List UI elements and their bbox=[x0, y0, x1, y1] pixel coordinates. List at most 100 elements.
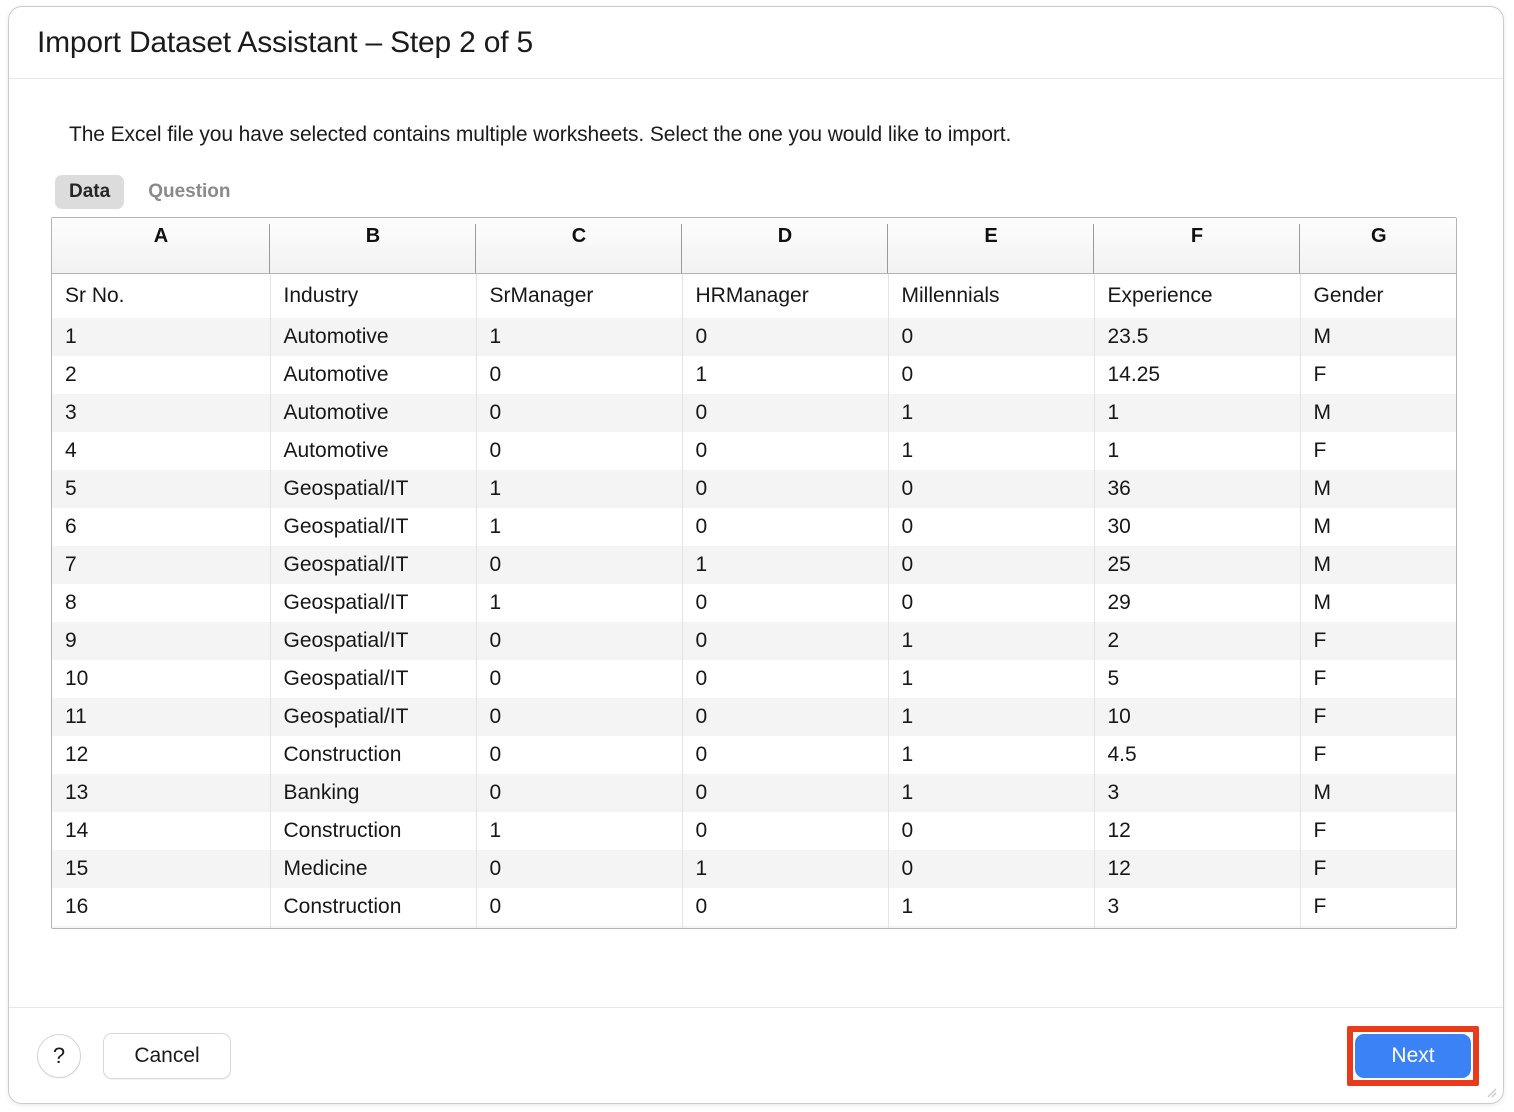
table-cell-2: 1 bbox=[476, 925, 683, 928]
table-cell-1: Automotive bbox=[270, 355, 477, 394]
table-cell-0: 13 bbox=[52, 773, 271, 812]
tab-question[interactable]: Question bbox=[134, 175, 244, 209]
help-icon[interactable]: ? bbox=[37, 1033, 81, 1078]
table-cell-4: 0 bbox=[888, 925, 1095, 928]
table-cell-3: 0 bbox=[682, 317, 889, 356]
table-row[interactable]: 16 Construction 0 0 1 3 F bbox=[52, 887, 1456, 926]
table-cell-5: 5 bbox=[1094, 659, 1301, 698]
table-cell-2: 1 bbox=[476, 507, 683, 546]
sheet-body: Sr No. Industry SrManager HRManager Millenni… bbox=[52, 273, 1456, 928]
table-cell-3: 1 bbox=[682, 355, 889, 394]
field-header-cell-0: Sr No. bbox=[52, 273, 271, 318]
table-row[interactable]: 6 Geospatial/IT 1 0 0 30 M bbox=[52, 507, 1456, 546]
table-cell-1: Construction bbox=[270, 735, 477, 774]
table-row[interactable]: 11 Geospatial/IT 0 0 1 10 F bbox=[52, 697, 1456, 736]
table-cell-4: 0 bbox=[888, 507, 1095, 546]
table-cell-2: 1 bbox=[476, 583, 683, 622]
table-cell-6: F bbox=[1300, 431, 1456, 470]
table-row[interactable]: 8 Geospatial/IT 1 0 0 29 M bbox=[52, 583, 1456, 622]
table-row[interactable]: 1 Automotive 1 0 0 23.5 M bbox=[52, 317, 1456, 356]
resize-grip-icon[interactable] bbox=[1483, 1084, 1497, 1098]
table-row[interactable]: 17Construction10012M bbox=[52, 925, 1456, 928]
table-cell-5: 2 bbox=[1094, 621, 1301, 660]
table-cell-5: 36 bbox=[1094, 469, 1301, 508]
tab-data[interactable]: Data bbox=[55, 175, 125, 209]
table-row[interactable]: 13 Banking 0 0 1 3 M bbox=[52, 773, 1456, 812]
column-header-f[interactable]: F bbox=[1093, 218, 1300, 274]
table-cell-5: 10 bbox=[1094, 697, 1301, 736]
table-cell-3: 0 bbox=[682, 621, 889, 660]
table-cell-5: 3 bbox=[1094, 773, 1301, 812]
sheet-table: A B C D E F G Sr No. Industry SrManager HRM… bbox=[52, 218, 1456, 928]
table-row[interactable]: 9 Geospatial/IT 0 0 1 2 F bbox=[52, 621, 1456, 660]
table-cell-1: Automotive bbox=[270, 393, 477, 432]
field-header-cell-1: Industry bbox=[270, 273, 477, 318]
sheet-column-letters: A B C D E F G bbox=[52, 218, 1456, 274]
table-cell-3: 0 bbox=[682, 431, 889, 470]
table-cell-1: Automotive bbox=[270, 317, 477, 356]
table-cell-1: Geospatial/IT bbox=[270, 659, 477, 698]
table-cell-2: 0 bbox=[476, 659, 683, 698]
column-header-e[interactable]: E bbox=[887, 218, 1094, 274]
table-cell-6: F bbox=[1300, 697, 1456, 736]
table-cell-3: 0 bbox=[682, 887, 889, 926]
table-row[interactable]: 12 Construction 0 0 1 4.5 F bbox=[52, 735, 1456, 774]
table-cell-0: 15 bbox=[52, 849, 271, 888]
table-cell-3: 0 bbox=[682, 393, 889, 432]
table-row[interactable]: 15 Medicine 0 1 0 12 F bbox=[52, 849, 1456, 888]
table-cell-0: 4 bbox=[52, 431, 271, 470]
table-cell-4: 1 bbox=[888, 621, 1095, 660]
table-cell-6: M bbox=[1300, 469, 1456, 508]
column-header-c[interactable]: C bbox=[475, 218, 682, 274]
table-cell-2: 1 bbox=[476, 469, 683, 508]
table-cell-3: 0 bbox=[682, 735, 889, 774]
table-field-header-row[interactable]: Sr No. Industry SrManager HRManager Millenni… bbox=[52, 273, 1456, 318]
table-cell-1: Automotive bbox=[270, 431, 477, 470]
table-cell-1: Construction bbox=[270, 811, 477, 850]
field-header-cell-5: Experience bbox=[1094, 273, 1301, 318]
table-cell-3: 0 bbox=[682, 811, 889, 850]
table-cell-1: Geospatial/IT bbox=[270, 697, 477, 736]
table-cell-4: 1 bbox=[888, 659, 1095, 698]
table-cell-4: 0 bbox=[888, 317, 1095, 356]
table-row[interactable]: 14 Construction 1 0 0 12 F bbox=[52, 811, 1456, 850]
column-header-g[interactable]: G bbox=[1299, 218, 1456, 274]
table-cell-4: 1 bbox=[888, 697, 1095, 736]
table-cell-5: 14.25 bbox=[1094, 355, 1301, 394]
table-cell-4: 0 bbox=[888, 355, 1095, 394]
cancel-button[interactable]: Cancel bbox=[103, 1032, 231, 1079]
table-cell-3: 0 bbox=[682, 583, 889, 622]
table-row[interactable]: 7 Geospatial/IT 0 1 0 25 M bbox=[52, 545, 1456, 584]
table-cell-2: 1 bbox=[476, 811, 683, 850]
table-cell-0: 2 bbox=[52, 355, 271, 394]
table-cell-3: 0 bbox=[682, 697, 889, 736]
table-row[interactable]: 2 Automotive 0 1 0 14.25 F bbox=[52, 355, 1456, 394]
table-cell-6: M bbox=[1300, 317, 1456, 356]
table-row[interactable]: 4 Automotive 0 0 1 1 F bbox=[52, 431, 1456, 470]
table-cell-2: 0 bbox=[476, 773, 683, 812]
table-cell-0: 16 bbox=[52, 887, 271, 926]
table-cell-2: 0 bbox=[476, 393, 683, 432]
table-cell-4: 0 bbox=[888, 583, 1095, 622]
table-cell-5: 29 bbox=[1094, 583, 1301, 622]
next-button[interactable]: Next bbox=[1355, 1033, 1471, 1078]
column-header-b[interactable]: B bbox=[269, 218, 476, 274]
table-cell-5: 12 bbox=[1094, 925, 1301, 928]
table-cell-5: 30 bbox=[1094, 507, 1301, 546]
table-cell-2: 0 bbox=[476, 735, 683, 774]
table-cell-4: 0 bbox=[888, 545, 1095, 584]
column-header-d[interactable]: D bbox=[681, 218, 888, 274]
table-cell-2: 0 bbox=[476, 849, 683, 888]
table-row[interactable]: 10 Geospatial/IT 0 0 1 5 F bbox=[52, 659, 1456, 698]
worksheet-preview-table[interactable]: A B C D E F G Sr No. Industry SrManager HRM… bbox=[51, 217, 1457, 929]
table-cell-5: 12 bbox=[1094, 849, 1301, 888]
instruction-text: The Excel file you have selected contain… bbox=[69, 123, 1012, 146]
dialog-titlebar: Import Dataset Assistant – Step 2 of 5 bbox=[9, 7, 1503, 79]
table-cell-2: 0 bbox=[476, 887, 683, 926]
table-cell-6: F bbox=[1300, 735, 1456, 774]
table-cell-4: 1 bbox=[888, 393, 1095, 432]
worksheet-tabs: Data Question bbox=[55, 175, 1467, 209]
table-row[interactable]: 5 Geospatial/IT 1 0 0 36 M bbox=[52, 469, 1456, 508]
table-row[interactable]: 3 Automotive 0 0 1 1 M bbox=[52, 393, 1456, 432]
column-header-a[interactable]: A bbox=[52, 218, 270, 274]
